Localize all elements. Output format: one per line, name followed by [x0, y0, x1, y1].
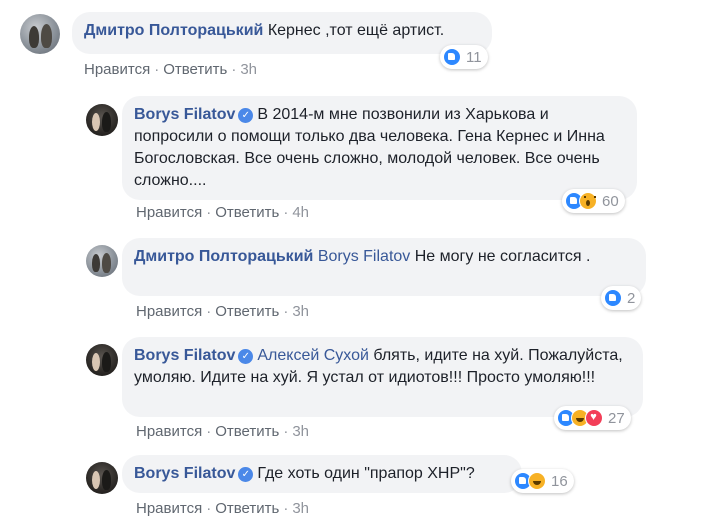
reaction-summary[interactable]: 2: [601, 286, 642, 310]
reply-button[interactable]: Ответить: [215, 500, 279, 517]
separator: ·: [283, 423, 289, 440]
separator: ·: [206, 423, 212, 440]
comment-text: Кернес ,тот ещё артист.: [267, 22, 445, 39]
comment-bubble: Borys Filatov ✓ Где хоть один "прапор ХНР"…: [122, 455, 522, 493]
comment-time[interactable]: 3h: [292, 423, 309, 440]
comment-text: Где хоть один "прапор ХНР"?: [257, 465, 475, 482]
mention-link[interactable]: Borys Filatov: [318, 248, 410, 265]
reaction-count: 11: [466, 48, 482, 66]
comment-bubble: Borys Filatov ✓ Алексей Сухой блять, идите…: [122, 337, 643, 417]
comment-actions: Нравится · Ответить · 3h: [84, 61, 257, 78]
reaction-count: 2: [627, 289, 636, 307]
separator: ·: [206, 500, 212, 517]
haha-reaction-icon: [528, 472, 546, 490]
reaction-count: 60: [602, 192, 619, 210]
verified-badge-icon: ✓: [238, 349, 254, 364]
comment-actions: Нравится · Ответить · 3h: [136, 423, 309, 440]
like-button[interactable]: Нравится: [136, 303, 202, 320]
separator: ·: [206, 204, 212, 221]
like-button[interactable]: Нравится: [136, 500, 202, 517]
comment-author[interactable]: Дмитро Полторацький: [134, 248, 313, 265]
comment-actions: Нравится · Ответить · 4h: [136, 204, 309, 221]
reply-button[interactable]: Ответить: [215, 204, 279, 221]
love-reaction-icon: [585, 409, 603, 427]
separator: ·: [283, 303, 289, 320]
comment-author[interactable]: Borys Filatov: [134, 106, 235, 123]
like-button[interactable]: Нравится: [136, 423, 202, 440]
comment-author[interactable]: Borys Filatov: [134, 347, 235, 364]
avatar[interactable]: [20, 14, 60, 54]
comment-time[interactable]: 3h: [240, 61, 257, 78]
avatar[interactable]: [86, 344, 118, 376]
reaction-summary[interactable]: 16: [511, 469, 574, 493]
verified-badge-icon: ✓: [238, 467, 254, 482]
like-reaction-icon: [604, 289, 622, 307]
reaction-summary[interactable]: 60: [562, 189, 625, 213]
comment-author[interactable]: Borys Filatov: [134, 465, 235, 482]
comment-bubble: Дмитро Полторацький Borys Filatov Не мог…: [122, 238, 646, 296]
comment-bubble: Дмитро Полторацький Кернес ,тот ещё арти…: [72, 12, 492, 54]
like-reaction-icon: [443, 48, 461, 66]
comment-actions: Нравится · Ответить · 3h: [136, 500, 309, 517]
reply-button[interactable]: Ответить: [163, 61, 227, 78]
reply-button[interactable]: Ответить: [215, 423, 279, 440]
comment-time[interactable]: 4h: [292, 204, 309, 221]
comment-text: Не могу не согласится .: [414, 248, 591, 265]
comment-bubble: Borys Filatov ✓ В 2014-м мне позвонили из …: [122, 96, 637, 200]
like-button[interactable]: Нравится: [136, 204, 202, 221]
reaction-summary[interactable]: 27: [554, 406, 631, 430]
separator: ·: [154, 61, 160, 78]
separator: ·: [283, 500, 289, 517]
separator: ·: [206, 303, 212, 320]
separator: ·: [283, 204, 289, 221]
comment-time[interactable]: 3h: [292, 500, 309, 517]
reaction-count: 27: [608, 409, 625, 427]
avatar[interactable]: [86, 104, 118, 136]
comment-author[interactable]: Дмитро Полторацький: [84, 22, 263, 39]
separator: ·: [231, 61, 237, 78]
comment-time[interactable]: 3h: [292, 303, 309, 320]
reaction-count: 16: [551, 472, 568, 490]
like-button[interactable]: Нравится: [84, 61, 150, 78]
reply-button[interactable]: Ответить: [215, 303, 279, 320]
avatar[interactable]: [86, 462, 118, 494]
avatar[interactable]: [86, 245, 118, 277]
wow-reaction-icon: [579, 192, 597, 210]
verified-badge-icon: ✓: [238, 108, 254, 123]
reaction-summary[interactable]: 11: [440, 45, 488, 69]
comment-actions: Нравится · Ответить · 3h: [136, 303, 309, 320]
mention-link[interactable]: Алексей Сухой: [257, 347, 369, 364]
